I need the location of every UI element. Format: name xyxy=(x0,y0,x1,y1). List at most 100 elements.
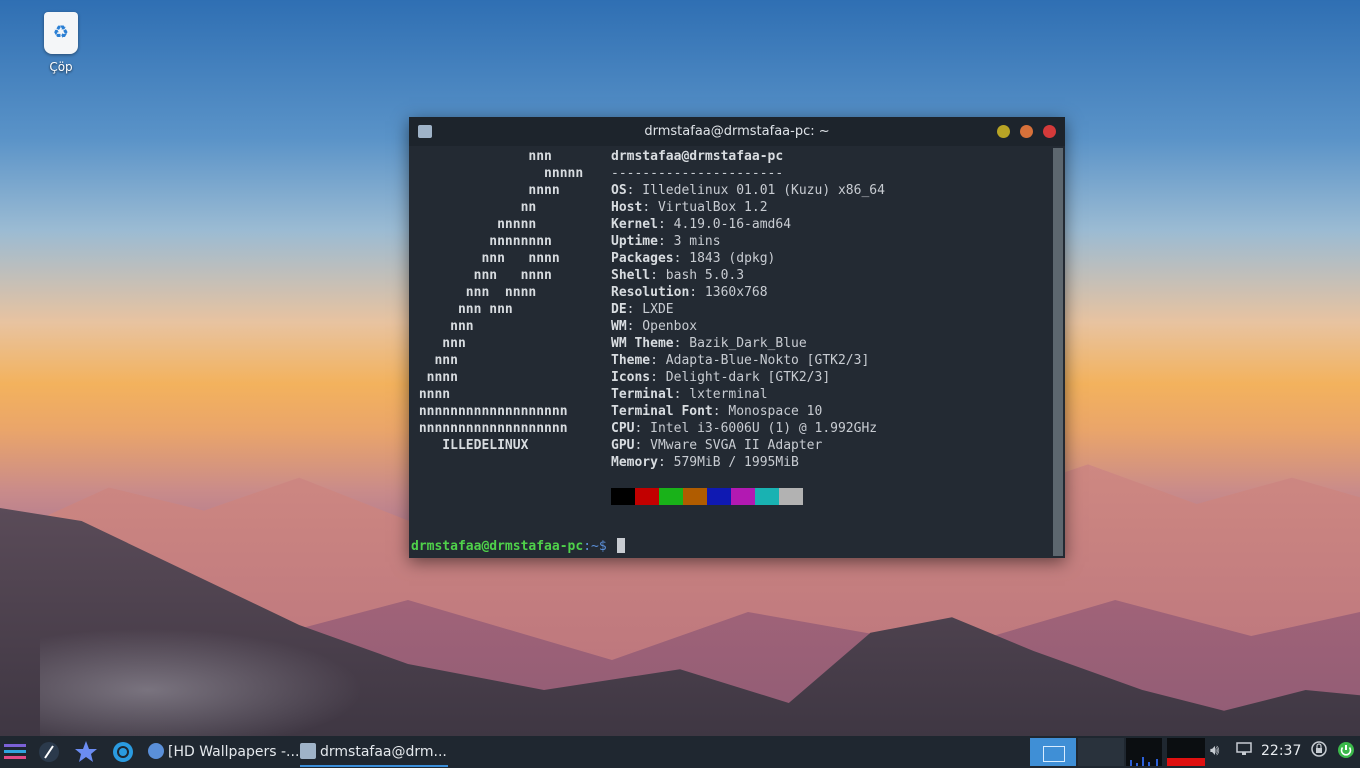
terminal-task-icon xyxy=(300,743,316,759)
info-line: Theme: Adapta-Blue-Nokto [GTK2/3] xyxy=(611,352,869,369)
info-value: : 3 mins xyxy=(657,234,721,249)
info-value: : 1843 (dpkg) xyxy=(673,251,776,266)
logo-line: nnn xyxy=(411,149,552,164)
info-value: : Openbox xyxy=(626,319,698,334)
info-key: Uptime xyxy=(611,234,658,249)
logo-line: nnnnnnnnnnnnnnnnnnn xyxy=(411,404,568,419)
info-line: Memory: 579MiB / 1995MiB xyxy=(611,454,799,471)
taskbar: [HD Wallpapers -... drmstafaa@drm... 🔊︎ … xyxy=(0,736,1360,768)
close-button[interactable] xyxy=(1043,125,1056,138)
volume-icon[interactable]: 🔊︎ xyxy=(1210,741,1219,759)
info-line: Packages: 1843 (dpkg) xyxy=(611,250,775,267)
info-key: WM Theme xyxy=(611,336,674,351)
task-browser[interactable]: [HD Wallpapers -... xyxy=(148,739,298,765)
info-value: : Adapta-Blue-Nokto [GTK2/3] xyxy=(650,353,870,368)
maximize-button[interactable] xyxy=(1020,125,1033,138)
info-key: Terminal xyxy=(611,387,674,402)
favorites-star-icon[interactable] xyxy=(74,740,98,764)
logo-line: nnnnnnnn xyxy=(411,234,552,249)
logo-line: nn xyxy=(411,200,537,215)
info-key: Theme xyxy=(611,353,651,368)
shell-prompt[interactable]: drmstafaa@drmstafaa-pc:~$ xyxy=(411,538,625,555)
trash-label: Çöp xyxy=(49,60,73,74)
info-key: Resolution xyxy=(611,285,690,300)
info-value: : bash 5.0.3 xyxy=(650,268,745,283)
info-value: : VirtualBox 1.2 xyxy=(642,200,768,215)
info-value: : 1360x768 xyxy=(689,285,768,300)
logo-line: nnn nnnn xyxy=(411,285,537,300)
prompt-userhost: drmstafaa@drmstafaa-pc xyxy=(411,539,584,554)
info-line: Terminal: lxterminal xyxy=(611,386,768,403)
logo-line: nnn xyxy=(411,353,458,368)
prompt-symbol: $ xyxy=(598,539,607,554)
info-line: Uptime: 3 mins xyxy=(611,233,721,250)
info-value: : 579MiB / 1995MiB xyxy=(657,455,799,470)
logo-line: nnnnn xyxy=(411,217,537,232)
cpu-monitor[interactable] xyxy=(1126,738,1162,766)
workspace-2[interactable] xyxy=(1078,738,1124,766)
logo-line: nnnnn xyxy=(411,166,584,181)
workspace-1[interactable] xyxy=(1030,738,1076,766)
workspace-window-thumb xyxy=(1043,746,1065,762)
info-line: Shell: bash 5.0.3 xyxy=(611,267,744,284)
info-value: : lxterminal xyxy=(673,387,768,402)
menu-icon[interactable] xyxy=(3,740,27,764)
window-title: drmstafaa@drmstafaa-pc: ~ xyxy=(644,124,830,139)
logo-line: nnnn xyxy=(411,370,458,385)
info-key: WM xyxy=(611,319,627,334)
palette-swatch xyxy=(707,488,731,505)
info-line: Icons: Delight-dark [GTK2/3] xyxy=(611,369,830,386)
network-icon[interactable] xyxy=(1236,741,1252,761)
memory-monitor[interactable] xyxy=(1167,738,1205,766)
task-terminal[interactable]: drmstafaa@drm... xyxy=(300,739,448,767)
logo-line: nnn nnnn xyxy=(411,268,552,283)
palette-swatch xyxy=(611,488,635,505)
desktop-trash[interactable]: Çöp xyxy=(36,12,86,74)
info-value: : 4.19.0-16-amd64 xyxy=(657,217,792,232)
info-key: Host xyxy=(611,200,643,215)
window-titlebar[interactable]: drmstafaa@drmstafaa-pc: ~ xyxy=(409,117,1065,146)
trash-icon xyxy=(44,12,78,54)
browser-icon[interactable] xyxy=(111,740,135,764)
info-key: Memory xyxy=(611,455,658,470)
color-palette xyxy=(611,488,803,505)
info-line: CPU: Intel i3-6006U (1) @ 1.992GHz xyxy=(611,420,877,437)
info-line: DE: LXDE xyxy=(611,301,674,318)
terminal-scrollbar[interactable] xyxy=(1053,148,1063,556)
lock-icon[interactable] xyxy=(1311,741,1327,761)
logo-line: nnn nnn xyxy=(411,302,513,317)
logo-line: nnn xyxy=(411,319,474,334)
info-value: : Bazik_Dark_Blue xyxy=(673,336,807,351)
info-key: GPU xyxy=(611,438,635,453)
info-value: : Delight-dark [GTK2/3] xyxy=(650,370,831,385)
logo-line: nnnnnnnnnnnnnnnnnnn xyxy=(411,421,568,436)
logo-line: nnn nnnn xyxy=(411,251,560,266)
minimize-button[interactable] xyxy=(997,125,1010,138)
logout-icon[interactable] xyxy=(1337,741,1355,763)
logo-line: ILLEDELINUX xyxy=(411,438,529,453)
info-line: WM Theme: Bazik_Dark_Blue xyxy=(611,335,807,352)
clock[interactable]: 22:37 xyxy=(1261,743,1301,759)
logo-line: nnnn xyxy=(411,183,560,198)
prompt-path: :~ xyxy=(583,539,599,554)
info-line: Terminal Font: Monospace 10 xyxy=(611,403,822,420)
info-key: OS xyxy=(611,183,627,198)
terminal-output[interactable]: nnn nnnnn nnnn nn nnnnn nnnnnnnn nnn nnn… xyxy=(409,146,1050,558)
palette-swatch xyxy=(635,488,659,505)
info-line: Kernel: 4.19.0-16-amd64 xyxy=(611,216,791,233)
logo-line: nnn xyxy=(411,336,466,351)
info-value: : VMware SVGA II Adapter xyxy=(634,438,823,453)
info-line: GPU: VMware SVGA II Adapter xyxy=(611,437,822,454)
terminal-window[interactable]: drmstafaa@drmstafaa-pc: ~ nnn nnnnn nnnn… xyxy=(409,117,1065,558)
text-editor-icon[interactable] xyxy=(37,740,61,764)
task-browser-label: [HD Wallpapers -... xyxy=(168,744,298,760)
logo-line: nnnn xyxy=(411,387,451,402)
info-line: Host: VirtualBox 1.2 xyxy=(611,199,768,216)
info-key: Terminal Font xyxy=(611,404,713,419)
info-value: : Illedelinux 01.01 (Kuzu) x86_64 xyxy=(626,183,885,198)
info-key: Packages xyxy=(611,251,674,266)
neofetch-header: drmstafaa@drmstafaa-pc xyxy=(611,149,784,164)
info-key: CPU xyxy=(611,421,635,436)
info-key: Shell xyxy=(611,268,651,283)
info-key: DE xyxy=(611,302,627,317)
